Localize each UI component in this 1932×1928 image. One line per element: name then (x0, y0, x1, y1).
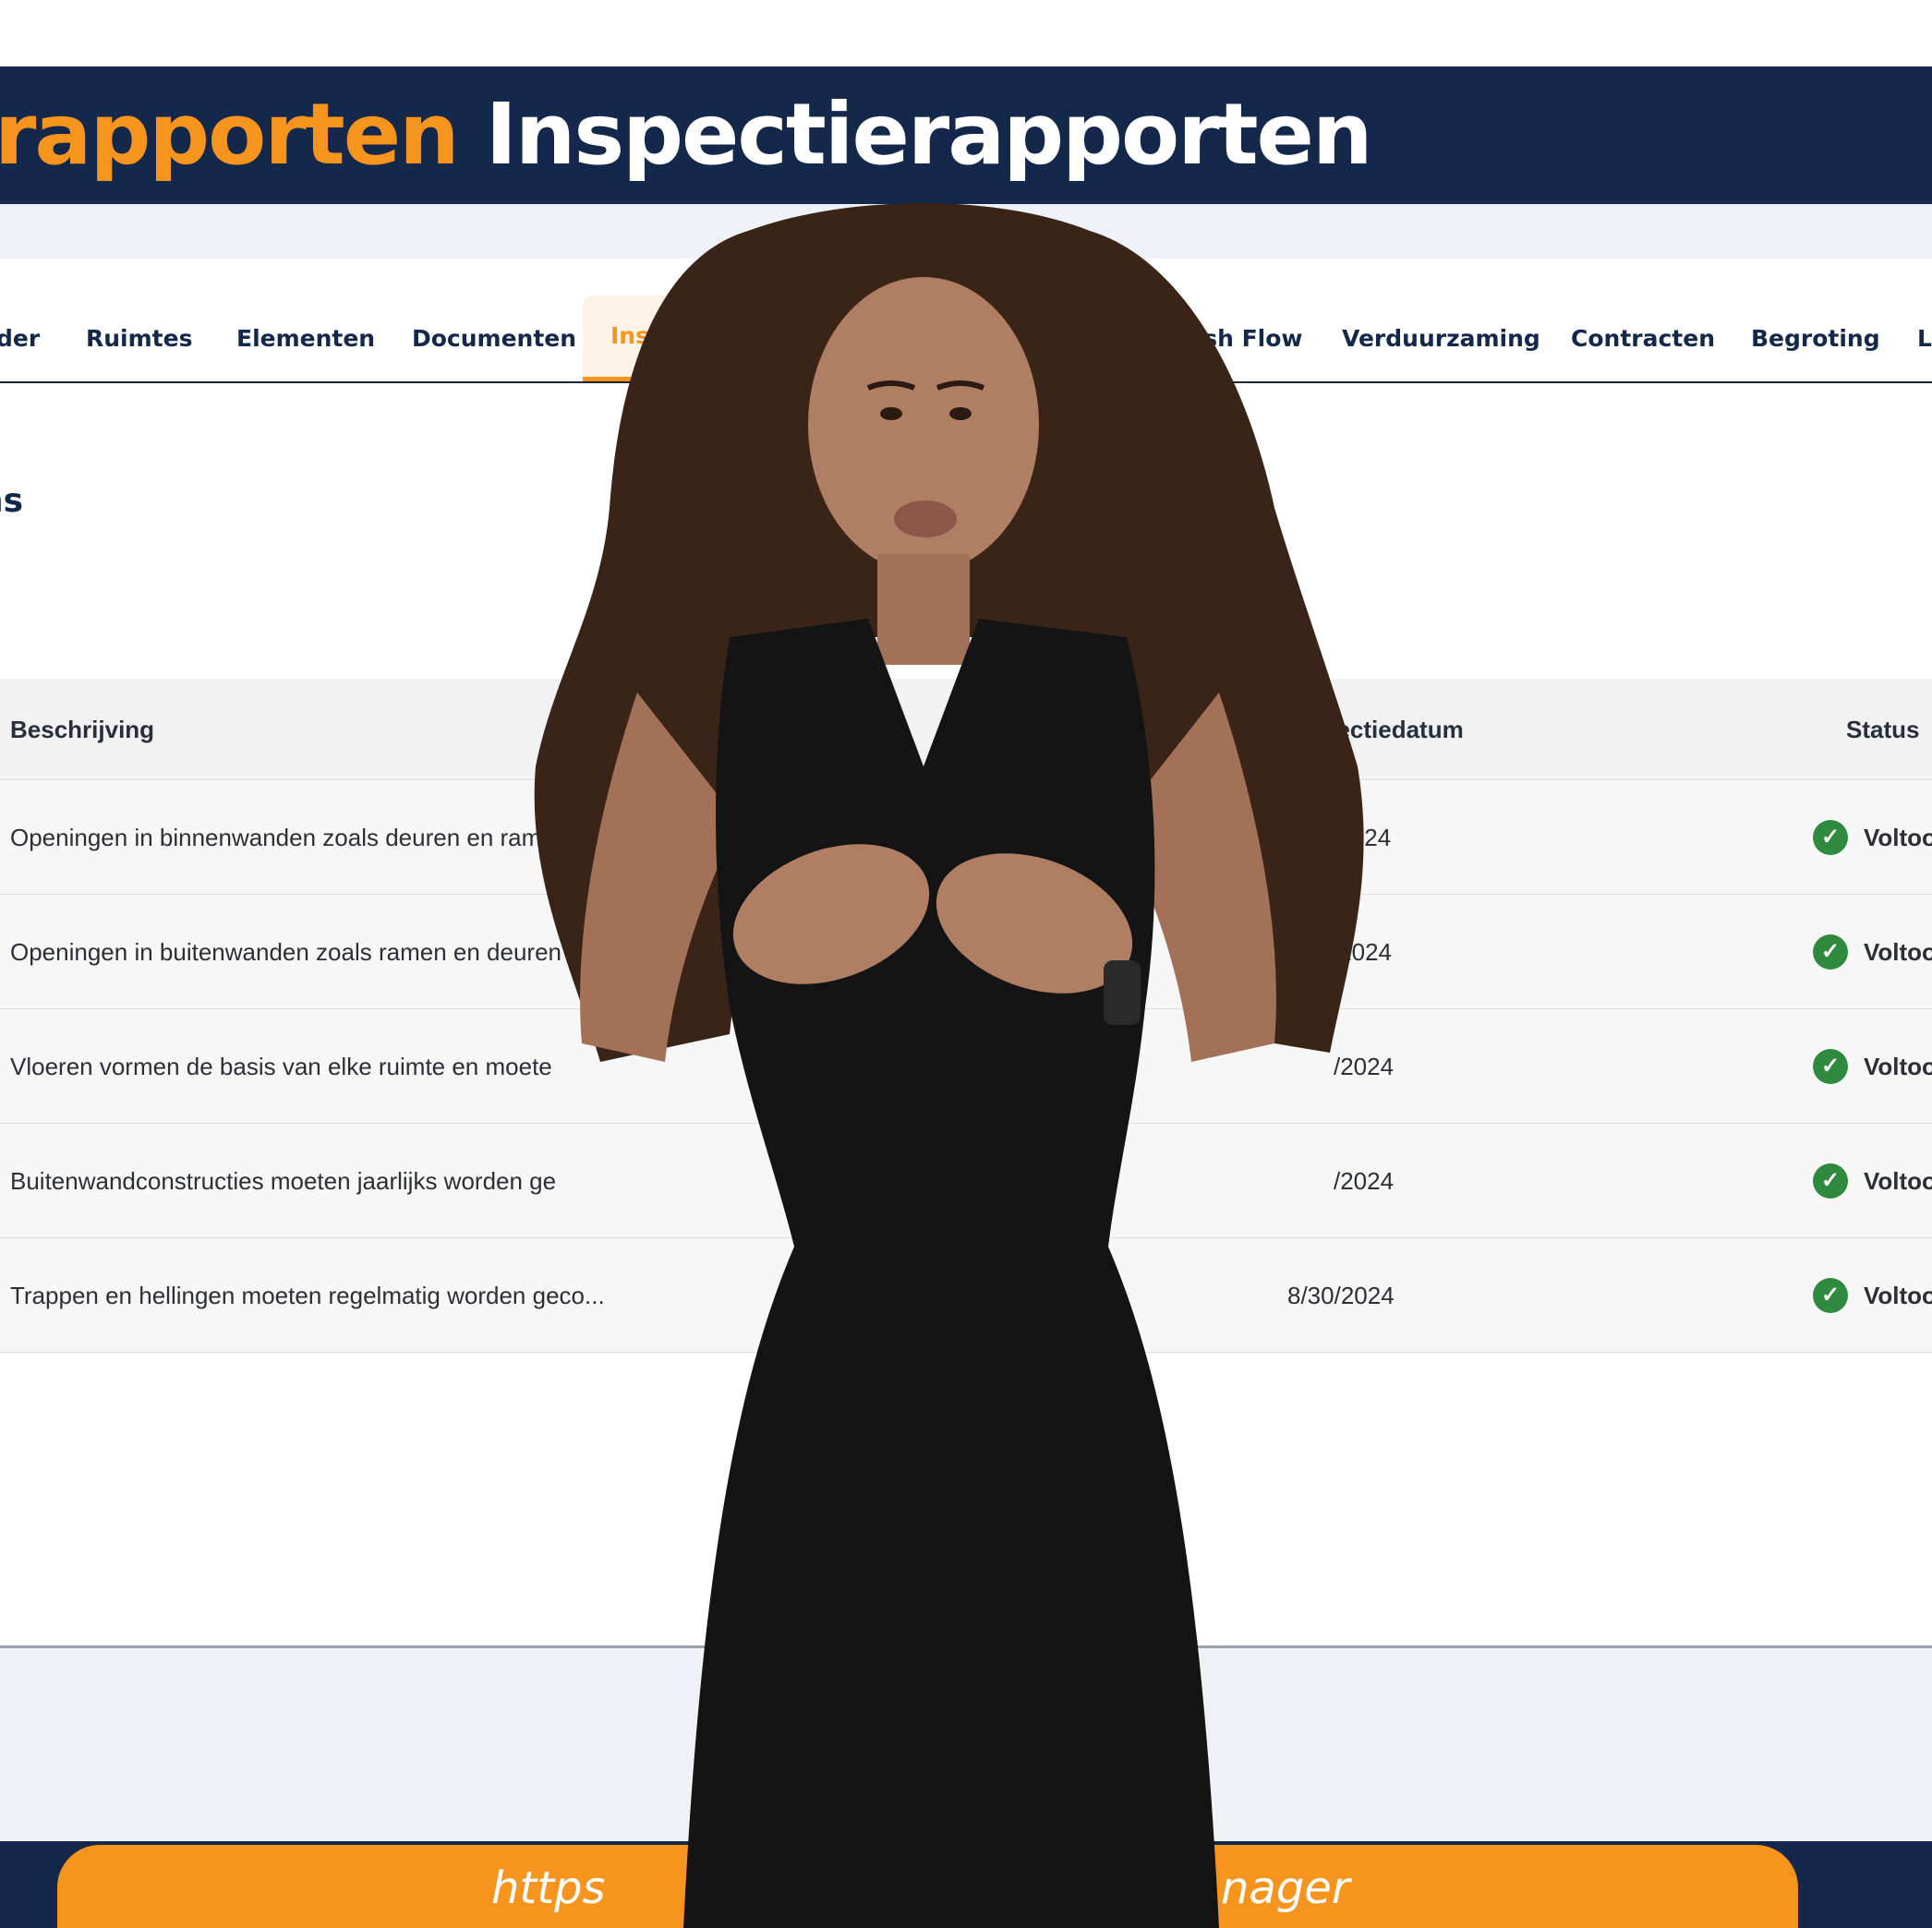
column-header-date[interactable]: Inspectiedatum (1287, 679, 1464, 780)
row-status: Voltoo (1864, 824, 1932, 851)
row-status: Voltoo (1864, 1167, 1932, 1195)
section-heading: ns (0, 482, 24, 520)
footer-url[interactable]: https nager (0, 1851, 1932, 1925)
row-date: /14/2024 (1298, 824, 1392, 851)
app-panel: der Ruimtes Elementen Documenten Inspect… (0, 259, 1932, 1648)
table-row[interactable]: Openingen in binnenwanden zoals deuren e… (0, 780, 1932, 895)
row-description: Trappen en hellingen moeten regelmatig w… (10, 1282, 605, 1309)
row-description: Openingen in binnenwanden zoals deuren e… (10, 824, 609, 851)
url-right: nager (1221, 1862, 1350, 1914)
check-circle-icon: ✓ (1813, 1278, 1848, 1313)
row-status: Voltoo (1864, 1282, 1932, 1309)
row-date: /2024 (1334, 1053, 1395, 1080)
tab-ruimtes[interactable]: Ruimtes (86, 295, 192, 381)
tab-verduurzaming[interactable]: Verduurzaming (1342, 295, 1540, 381)
table-header: Beschrijving Inspectiedatum Status (0, 679, 1932, 780)
title-orange: rapporten (0, 85, 460, 184)
tab-begroting[interactable]: Begroting (1751, 295, 1880, 381)
tab-der[interactable]: der (0, 295, 40, 381)
page-title: rapporten Inspectierapporten (0, 83, 1373, 187)
table-row[interactable]: Trappen en hellingen moeten regelmatig w… (0, 1238, 1932, 1353)
tab-cash-flow[interactable]: Cash Flow (1171, 295, 1303, 381)
check-circle-icon: ✓ (1813, 820, 1848, 855)
row-status: Voltoo (1864, 1053, 1932, 1080)
tab-documenten[interactable]: Documenten (412, 295, 576, 381)
column-header-description[interactable]: Beschrijving (10, 679, 154, 780)
row-date: 8/30/2024 (1287, 1282, 1395, 1309)
check-circle-icon: ✓ (1813, 1049, 1848, 1084)
row-status: Voltoo (1864, 938, 1932, 966)
title-banner: rapporten Inspectierapporten (0, 66, 1932, 204)
tab-elementen[interactable]: Elementen (236, 295, 375, 381)
row-description: Buitenwandconstructies moeten jaarlijks … (10, 1167, 557, 1195)
row-date: /2024 (1334, 1167, 1395, 1195)
url-left: https (491, 1862, 606, 1914)
inspection-table: Beschrijving Inspectiedatum Status Openi… (0, 679, 1932, 1353)
tab-contracten[interactable]: Contracten (1571, 295, 1715, 381)
column-header-status[interactable]: Status (1846, 679, 1919, 780)
tab-bar: der Ruimtes Elementen Documenten Inspect… (0, 295, 1932, 383)
table-row[interactable]: Vloeren vormen de basis van elke ruimte … (0, 1009, 1932, 1124)
top-strip (0, 0, 1932, 66)
row-description: Vloeren vormen de basis van elke ruimte … (10, 1053, 552, 1080)
tab-l[interactable]: L (1917, 295, 1932, 381)
table-row[interactable]: Buitenwandconstructies moeten jaarlijks … (0, 1124, 1932, 1238)
check-circle-icon: ✓ (1813, 934, 1848, 970)
title-white: Inspectierapporten (485, 85, 1373, 184)
tab-inspectierapporten[interactable]: Inspectiera (583, 295, 785, 381)
row-date: 14/2024 (1305, 938, 1392, 966)
row-description: Openingen in buitenwanden zoals ramen en… (10, 938, 576, 966)
table-row[interactable]: Openingen in buitenwanden zoals ramen en… (0, 895, 1932, 1009)
check-circle-icon: ✓ (1813, 1163, 1848, 1199)
